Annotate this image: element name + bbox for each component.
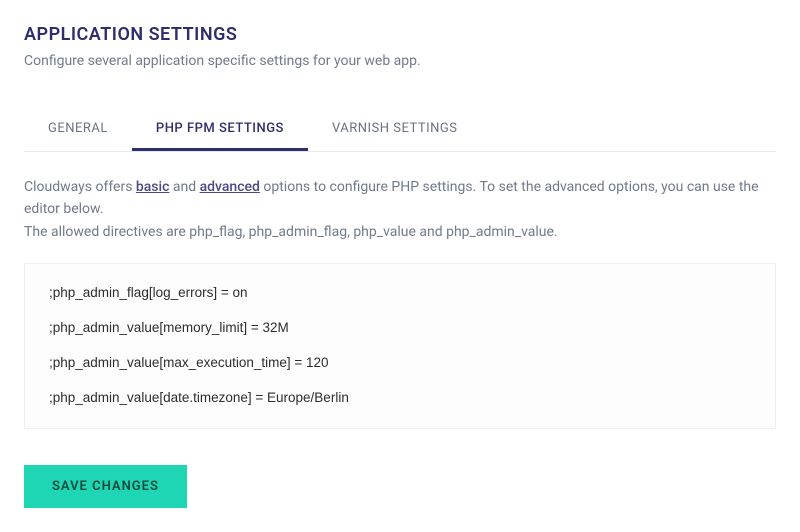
tab-php-fpm-settings[interactable]: PHP FPM SETTINGS [132,109,308,151]
tab-varnish-settings[interactable]: VARNISH SETTINGS [308,109,482,151]
editor-line: ;php_admin_value[memory_limit] = 32M [49,319,751,338]
tab-bar: GENERAL PHP FPM SETTINGS VARNISH SETTING… [24,109,776,152]
desc-text: and [169,179,199,195]
tab-general[interactable]: GENERAL [24,109,132,151]
editor-line: ;php_admin_value[max_execution_time] = 1… [49,354,751,373]
link-advanced[interactable]: advanced [200,179,260,195]
desc-directives: The allowed directives are php_flag, php… [24,224,558,240]
page-subtitle: Configure several application specific s… [24,53,776,69]
link-basic[interactable]: basic [136,179,170,195]
editor-line: ;php_admin_value[date.timezone] = Europe… [49,389,751,408]
desc-text: Cloudways offers [24,179,136,195]
php-fpm-editor[interactable]: ;php_admin_flag[log_errors] = on ;php_ad… [24,263,776,429]
editor-line: ;php_admin_flag[log_errors] = on [49,284,751,303]
description-block: Cloudways offers basic and advanced opti… [24,176,776,243]
save-changes-button[interactable]: SAVE CHANGES [24,465,187,508]
page-title: APPLICATION SETTINGS [24,24,776,45]
